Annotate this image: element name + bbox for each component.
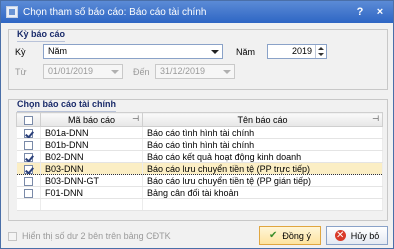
app-icon: [6, 6, 18, 18]
table-row[interactable]: B01b-DNN Báo cáo tình hình tài chính: [16, 138, 383, 151]
report-code: B02-DNN: [40, 150, 143, 163]
row-checkbox[interactable]: [23, 152, 33, 162]
to-date-label: Đến: [133, 67, 150, 77]
row-checkbox[interactable]: [23, 176, 33, 186]
close-icon[interactable]: ×: [373, 5, 387, 19]
year-stepper[interactable]: 2019: [267, 44, 327, 59]
report-name: Bảng cân đối tài khoản: [142, 186, 383, 199]
report-code: B03-DNN-GT: [40, 174, 143, 187]
chevron-down-icon[interactable]: [208, 45, 222, 58]
name-column-label: Tên báo cáo: [237, 114, 288, 125]
to-date-picker[interactable]: 31/12/2019: [155, 64, 235, 79]
report-period-group: Kỳ báo cáo Kỳ Năm Năm 2019 Từ 01/01/2019…: [8, 29, 388, 90]
report-name: Báo cáo lưu chuyển tiền tệ (PP trực tiếp…: [142, 162, 383, 175]
help-icon[interactable]: ?: [353, 5, 367, 19]
chevron-down-icon[interactable]: [220, 65, 234, 78]
year-stepper-buttons[interactable]: [315, 45, 326, 58]
cancel-button[interactable]: ✕ Hủy bỏ: [326, 226, 388, 245]
report-code: [40, 198, 143, 211]
ok-button-label: Đồng ý: [282, 230, 311, 241]
select-all-checkbox[interactable]: [24, 115, 33, 125]
report-name: Báo cáo kết quả hoạt động kinh doanh: [142, 150, 383, 163]
row-checkbox[interactable]: [23, 188, 33, 198]
stepper-down-icon[interactable]: [316, 51, 326, 57]
code-column-label: Mã báo cáo: [67, 114, 116, 125]
table-row[interactable]: B01a-DNN Báo cáo tình hình tài chính: [16, 126, 383, 139]
row-checkbox[interactable]: [23, 128, 33, 138]
name-column-header[interactable]: Tên báo cáo ⊣: [142, 112, 383, 127]
report-code: B01a-DNN: [40, 126, 143, 139]
select-all-header[interactable]: [16, 112, 41, 127]
financial-reports-group: Chọn báo cáo tài chính Mã báo cáo ⊣ Tên …: [8, 99, 388, 221]
show-balance-option[interactable]: Hiển thị số dư 2 bên trên bảng CĐTK: [8, 231, 171, 241]
table-row[interactable]: B03-DNN-GT Báo cáo lưu chuyển tiền tệ (P…: [16, 174, 383, 187]
table-row[interactable]: [16, 198, 383, 211]
from-date-value: 01/01/2019: [48, 66, 94, 76]
report-parameters-dialog: Chọn tham số báo cáo: Báo cáo tài chính …: [0, 0, 394, 249]
table-row-selected[interactable]: B03-DNN Báo cáo lưu chuyển tiền tệ (PP t…: [16, 162, 383, 175]
show-balance-label: Hiển thị số dư 2 bên trên bảng CĐTK: [22, 231, 171, 241]
to-date-value: 31/12/2019: [160, 66, 206, 76]
code-column-header[interactable]: Mã báo cáo ⊣: [40, 112, 143, 127]
year-value: 2019: [291, 46, 312, 56]
report-name: [142, 198, 383, 211]
table-row[interactable]: F01-DNN Bảng cân đối tài khoản: [16, 186, 383, 199]
checkmark-icon: ✔: [269, 230, 278, 241]
row-checkbox[interactable]: [23, 164, 33, 174]
ok-button[interactable]: ✔ Đồng ý: [259, 226, 321, 245]
financial-reports-title: Chọn báo cáo tài chính: [17, 99, 116, 112]
period-type-label: Kỳ: [15, 47, 26, 57]
period-type-select[interactable]: Năm: [43, 44, 223, 59]
table-row[interactable]: B02-DNN Báo cáo kết quả hoạt động kinh d…: [16, 150, 383, 163]
cancel-icon: ✕: [334, 230, 346, 241]
period-type-value: Năm: [48, 46, 68, 56]
reports-table: Mã báo cáo ⊣ Tên báo cáo ⊣ B01a-DNN Báo …: [16, 112, 383, 211]
title-bar[interactable]: Chọn tham số báo cáo: Báo cáo tài chính …: [1, 1, 393, 23]
table-header-row: Mã báo cáo ⊣ Tên báo cáo ⊣: [16, 112, 383, 127]
report-period-title: Kỳ báo cáo: [17, 29, 65, 42]
report-code: B01b-DNN: [40, 138, 143, 151]
dialog-title: Chọn tham số báo cáo: Báo cáo tài chính: [23, 6, 207, 18]
year-label: Năm: [236, 47, 256, 57]
report-code: B03-DNN: [40, 162, 143, 175]
show-balance-checkbox[interactable]: [8, 231, 17, 241]
row-checkbox[interactable]: [23, 140, 33, 150]
report-code: F01-DNN: [40, 186, 143, 199]
from-date-picker[interactable]: 01/01/2019: [43, 64, 123, 79]
from-date-label: Từ: [15, 67, 27, 77]
report-name: Báo cáo tình hình tài chính: [142, 138, 383, 151]
chevron-down-icon[interactable]: [108, 65, 122, 78]
report-name: Báo cáo lưu chuyển tiền tệ (PP gián tiếp…: [142, 174, 383, 187]
pin-icon[interactable]: ⊣: [132, 114, 139, 123]
pin-icon[interactable]: ⊣: [372, 114, 379, 123]
report-name: Báo cáo tình hình tài chính: [142, 126, 383, 139]
cancel-button-label: Hủy bỏ: [350, 230, 380, 241]
